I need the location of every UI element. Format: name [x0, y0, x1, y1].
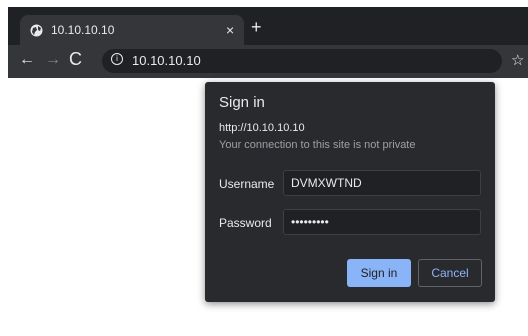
dialog-origin: http://10.10.10.10	[219, 122, 305, 134]
address-bar[interactable]: i 10.10.10.10	[102, 49, 502, 73]
new-tab-icon[interactable]: +	[251, 18, 262, 36]
privacy-warning: Your connection to this site is not priv…	[219, 139, 416, 151]
sign-in-dialog: Sign in http://10.10.10.10 Your connecti…	[205, 82, 495, 302]
tab[interactable]: 10.10.10.10 ×	[20, 15, 244, 45]
sign-in-button[interactable]: Sign in	[347, 259, 411, 287]
reload-icon[interactable]: C	[69, 49, 82, 70]
close-icon[interactable]: ×	[226, 23, 234, 37]
forward-icon[interactable]: →	[45, 51, 61, 69]
username-field[interactable]: DVMXWTND	[283, 170, 481, 196]
password-label: Password	[219, 216, 272, 230]
dialog-title: Sign in	[219, 94, 265, 111]
bookmark-star-icon[interactable]: ☆	[511, 51, 524, 69]
back-icon[interactable]: ←	[19, 51, 35, 69]
cancel-button[interactable]: Cancel	[418, 259, 482, 287]
tab-title: 10.10.10.10	[51, 23, 115, 37]
password-field[interactable]: •••••••••	[283, 209, 481, 235]
username-label: Username	[219, 177, 275, 191]
toolbar: ← → C i 10.10.10.10 ☆	[8, 45, 528, 78]
info-icon[interactable]: i	[111, 53, 123, 65]
tab-strip: 10.10.10.10 × +	[8, 7, 528, 45]
globe-icon	[30, 24, 43, 37]
address-url[interactable]: 10.10.10.10	[132, 53, 201, 69]
